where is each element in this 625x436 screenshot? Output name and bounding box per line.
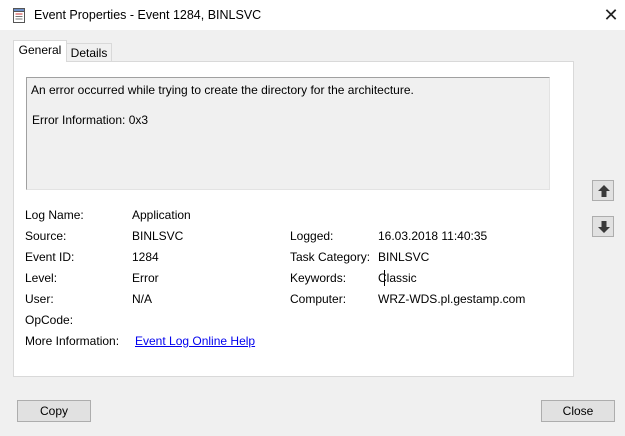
log-name-value: Application bbox=[132, 208, 191, 222]
copy-button[interactable]: Copy bbox=[17, 400, 91, 422]
log-name-label: Log Name: bbox=[25, 208, 84, 222]
event-properties-icon bbox=[13, 8, 25, 23]
event-log-online-help-link[interactable]: Event Log Online Help bbox=[135, 334, 255, 348]
opcode-label: OpCode: bbox=[25, 313, 74, 327]
more-information-label: More Information: bbox=[25, 334, 120, 348]
window-title: Event Properties - Event 1284, BINLSVC bbox=[34, 8, 262, 22]
event-description-text: An error occurred while trying to create… bbox=[31, 83, 414, 97]
source-value: BINLSVC bbox=[132, 229, 184, 243]
event-id-value: 1284 bbox=[132, 250, 159, 264]
logged-value: 16.03.2018 11:40:35 bbox=[378, 229, 488, 243]
user-value: N/A bbox=[132, 292, 153, 306]
close-button[interactable]: Close bbox=[541, 400, 615, 422]
error-information-text: Error Information: 0x3 bbox=[32, 113, 149, 127]
user-label: User: bbox=[25, 292, 54, 306]
tab-details[interactable]: Details bbox=[66, 43, 112, 62]
previous-event-button[interactable] bbox=[592, 180, 614, 201]
event-properties-window: Event Properties - Event 1284, BINLSVC ✕… bbox=[0, 0, 625, 436]
task-category-value: BINLSVC bbox=[378, 250, 430, 264]
event-description-box[interactable]: An error occurred while trying to create… bbox=[26, 77, 550, 190]
task-category-label: Task Category: bbox=[290, 250, 371, 264]
keywords-label: Keywords: bbox=[290, 271, 347, 285]
text-cursor bbox=[384, 270, 385, 286]
next-event-button[interactable] bbox=[592, 216, 614, 237]
computer-value: WRZ-WDS.pl.gestamp.com bbox=[378, 292, 526, 306]
level-label: Level: bbox=[25, 271, 58, 285]
close-window-icon[interactable]: ✕ bbox=[600, 5, 622, 25]
logged-label: Logged: bbox=[290, 229, 334, 243]
tab-general[interactable]: General bbox=[13, 40, 67, 62]
event-id-label: Event ID: bbox=[25, 250, 75, 264]
level-value: Error bbox=[132, 271, 159, 285]
computer-label: Computer: bbox=[290, 292, 347, 306]
source-label: Source: bbox=[25, 229, 67, 243]
title-bar[interactable]: Event Properties - Event 1284, BINLSVC ✕ bbox=[0, 0, 625, 30]
